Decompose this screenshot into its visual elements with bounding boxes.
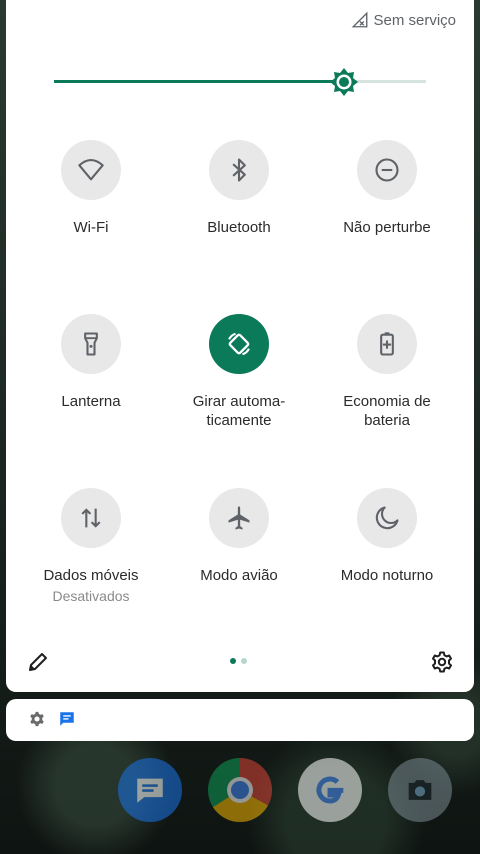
- flashlight-icon: [84, 332, 98, 356]
- network-status-text: Sem serviço: [373, 11, 456, 29]
- auto-rotate-icon: [228, 332, 250, 356]
- camera-glyph-icon: [408, 780, 432, 800]
- quick-settings-panel: Sem serviço Wi-Fi Bluetooth Não perturbe…: [6, 0, 474, 692]
- google-g-icon: [316, 776, 344, 804]
- tile-mobile-data[interactable]: Dados móveis Desativados: [16, 488, 166, 604]
- tile-mobile-data-label: Dados móveis: [43, 567, 139, 584]
- page-dot-1: [230, 658, 236, 664]
- bluetooth-icon: [232, 158, 246, 182]
- tile-flashlight-button[interactable]: [61, 314, 121, 374]
- tile-mobile-data-button[interactable]: [61, 488, 121, 548]
- brightness-slider[interactable]: [54, 67, 426, 97]
- battery-saver-icon: [380, 332, 394, 356]
- messages-icon: [60, 712, 74, 726]
- airplane-icon: [228, 506, 250, 530]
- messages-app-icon[interactable]: [118, 758, 182, 822]
- tile-mobile-data-status: Desativados: [52, 588, 130, 604]
- tile-do-not-disturb-button[interactable]: [357, 140, 417, 200]
- tile-battery-saver-label: Economia de bateria: [343, 393, 431, 429]
- chrome-dot: [231, 781, 249, 799]
- no-signal-icon: [352, 11, 368, 28]
- tile-wifi[interactable]: Wi-Fi: [16, 140, 166, 237]
- tile-airplane-mode[interactable]: Modo avião: [164, 488, 314, 585]
- tile-bluetooth-label: Bluetooth: [207, 219, 271, 236]
- google-app-icon[interactable]: [298, 758, 362, 822]
- tile-flashlight[interactable]: Lanterna: [16, 314, 166, 411]
- tile-bluetooth-button[interactable]: [209, 140, 269, 200]
- pencil-icon[interactable]: [26, 650, 50, 674]
- notification-strip[interactable]: [6, 699, 474, 741]
- tile-auto-rotate[interactable]: Girar automa- ticamente: [164, 314, 314, 430]
- gear-icon: [30, 711, 44, 727]
- tile-bluetooth[interactable]: Bluetooth: [164, 140, 314, 237]
- tile-night-mode-label: Modo noturno: [340, 567, 434, 584]
- tile-night-mode[interactable]: Modo noturno: [312, 488, 462, 585]
- brightness-thumb-icon[interactable]: [329, 67, 359, 97]
- page-indicator: [230, 658, 247, 664]
- tile-do-not-disturb[interactable]: Não perturbe: [312, 140, 462, 237]
- quick-settings-footer: [6, 642, 474, 682]
- tile-airplane-mode-button[interactable]: [209, 488, 269, 548]
- mobile-data-icon: [81, 508, 101, 528]
- app-dock: [0, 756, 480, 826]
- tile-do-not-disturb-label: Não perturbe: [343, 219, 431, 236]
- wifi-icon: [78, 159, 104, 181]
- tile-auto-rotate-label: Girar automa- ticamente: [192, 393, 286, 429]
- do-not-disturb-icon: [375, 158, 399, 182]
- night-mode-icon: [375, 506, 399, 530]
- tile-night-mode-button[interactable]: [357, 488, 417, 548]
- tile-battery-saver-button[interactable]: [357, 314, 417, 374]
- tile-wifi-label: Wi-Fi: [73, 219, 109, 236]
- tile-wifi-button[interactable]: [61, 140, 121, 200]
- messages-glyph-icon: [137, 778, 163, 803]
- brightness-fill: [54, 80, 344, 83]
- chrome-app-icon[interactable]: [208, 758, 272, 822]
- tile-airplane-mode-label: Modo avião: [200, 567, 278, 584]
- gear-icon[interactable]: [430, 650, 454, 674]
- status-bar: Sem serviço: [351, 10, 456, 30]
- chrome-center: [227, 777, 253, 803]
- tile-auto-rotate-button[interactable]: [209, 314, 269, 374]
- tile-battery-saver[interactable]: Economia de bateria: [312, 314, 462, 430]
- page-dot-2: [241, 658, 247, 664]
- tile-flashlight-label: Lanterna: [61, 393, 121, 410]
- camera-app-icon[interactable]: [388, 758, 452, 822]
